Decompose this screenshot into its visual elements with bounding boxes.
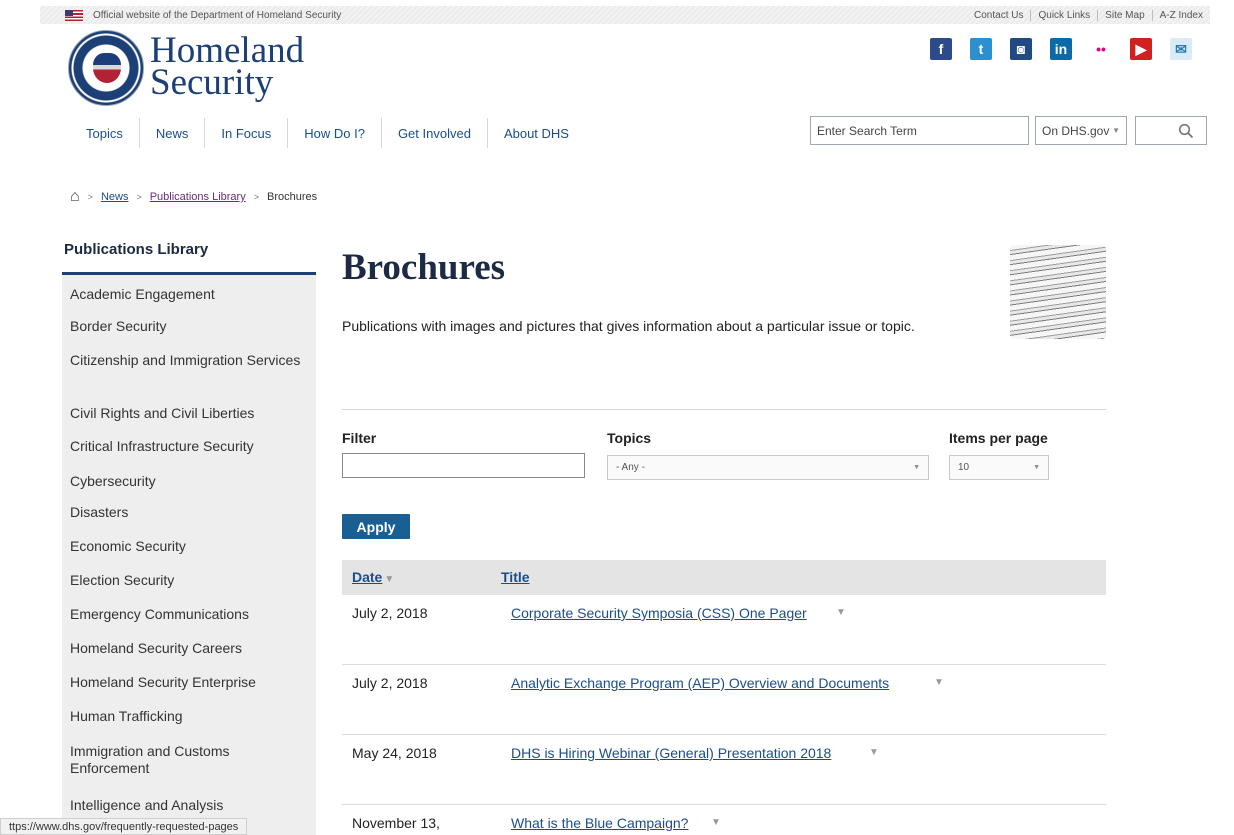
browser-status-bar: ttps://www.dhs.gov/frequently-requested-…: [0, 818, 248, 835]
date-column-header[interactable]: Date ▼: [352, 569, 394, 585]
social-links: f t ◙ in •• ▶ ✉: [930, 38, 1192, 60]
dhs-seal-logo[interactable]: [68, 30, 144, 106]
sidebar-item-election-security[interactable]: Election Security: [62, 570, 316, 604]
expand-caret-icon[interactable]: ▼: [836, 607, 846, 618]
sidebar-list: Academic Engagement Border Security Citi…: [62, 275, 316, 835]
expand-caret-icon[interactable]: ▼: [869, 747, 879, 758]
nav-how-do-i[interactable]: How Do I?: [288, 118, 382, 148]
utility-links: Contact Us Quick Links Site Map A-Z Inde…: [967, 9, 1210, 21]
table-row: July 2, 2018 Corporate Security Symposia…: [342, 595, 1106, 665]
linkedin-icon[interactable]: in: [1050, 38, 1072, 60]
main-nav: Topics News In Focus How Do I? Get Invol…: [70, 118, 585, 148]
sidebar-heading[interactable]: Publications Library: [62, 240, 316, 275]
instagram-icon[interactable]: ◙: [1010, 38, 1032, 60]
logo-line-2: Security: [150, 62, 274, 103]
search-input[interactable]: Enter Search Term: [810, 116, 1029, 145]
quick-links-link[interactable]: Quick Links: [1031, 10, 1097, 21]
sidebar-item-cybersecurity[interactable]: Cybersecurity: [62, 469, 316, 502]
sidebar-item-disasters[interactable]: Disasters: [62, 502, 316, 536]
sidebar-item-academic-engagement[interactable]: Academic Engagement: [62, 283, 316, 318]
nav-news[interactable]: News: [140, 118, 206, 148]
sidebar-item-enterprise[interactable]: Homeland Security Enterprise: [62, 672, 316, 706]
filter-label: Filter: [342, 430, 377, 446]
sidebar-item-careers[interactable]: Homeland Security Careers: [62, 638, 316, 672]
chevron-down-icon: ▼: [1033, 464, 1040, 471]
search-scope-select[interactable]: On DHS.gov ▼: [1035, 116, 1127, 145]
official-notice: Official website of the Department of Ho…: [40, 9, 342, 21]
sort-caret-icon: ▼: [384, 574, 395, 585]
youtube-icon[interactable]: ▶: [1130, 38, 1152, 60]
sidebar-item-human-trafficking[interactable]: Human Trafficking: [62, 706, 316, 741]
title-column-header[interactable]: Title: [501, 569, 530, 585]
breadcrumb-publications-library[interactable]: Publications Library: [150, 191, 246, 203]
apply-button[interactable]: Apply: [342, 514, 410, 539]
page-title: Brochures: [342, 247, 506, 288]
search-icon: [1178, 123, 1194, 138]
items-per-page-label: Items per page: [949, 430, 1048, 446]
us-flag-icon: [65, 9, 83, 21]
breadcrumb-separator: >: [136, 192, 142, 202]
breadcrumb: ⌂ > News > Publications Library > Brochu…: [70, 188, 317, 206]
row-title-link[interactable]: Corporate Security Symposia (CSS) One Pa…: [511, 605, 807, 621]
sidebar-item-ice[interactable]: Immigration and Customs Enforcement: [62, 741, 316, 795]
facebook-icon[interactable]: f: [930, 38, 952, 60]
nav-topics[interactable]: Topics: [70, 118, 140, 148]
items-per-page-select[interactable]: 10 ▼: [949, 455, 1049, 480]
sidebar-item-citizenship-immigration[interactable]: Citizenship and Immigration Services: [62, 348, 316, 401]
official-text: Official website of the Department of Ho…: [93, 9, 342, 21]
search-button[interactable]: [1135, 116, 1207, 145]
chevron-down-icon: ▼: [913, 464, 920, 471]
row-title-link[interactable]: DHS is Hiring Webinar (General) Presenta…: [511, 745, 831, 761]
date-column-label: Date: [352, 569, 383, 585]
topics-label: Topics: [607, 430, 652, 446]
sidebar-item-economic-security[interactable]: Economic Security: [62, 536, 316, 570]
eagle-icon: [93, 53, 121, 83]
breadcrumb-current: Brochures: [266, 191, 318, 203]
table-row: May 24, 2018 DHS is Hiring Webinar (Gene…: [342, 735, 1106, 805]
row-date: May 24, 2018: [352, 745, 437, 761]
utility-bar: Official website of the Department of Ho…: [40, 6, 1210, 24]
email-icon[interactable]: ✉: [1170, 38, 1192, 60]
sidebar-item-border-security[interactable]: Border Security: [62, 318, 316, 348]
table-row: July 2, 2018 Analytic Exchange Program (…: [342, 665, 1106, 735]
table-header: Date ▼ Title: [342, 560, 1106, 595]
search-scope-value: On DHS.gov: [1042, 123, 1110, 138]
breadcrumb-separator: >: [87, 192, 93, 202]
row-date: July 2, 2018: [352, 605, 428, 621]
divider: [342, 409, 1106, 410]
sidebar: Publications Library Academic Engagement…: [62, 240, 316, 835]
chevron-down-icon: ▼: [1112, 126, 1120, 135]
row-date: July 2, 2018: [352, 675, 428, 691]
sidebar-item-civil-rights[interactable]: Civil Rights and Civil Liberties: [62, 401, 316, 434]
sidebar-item-critical-infrastructure[interactable]: Critical Infrastructure Security: [62, 434, 316, 469]
brochures-thumbnail-image: [1010, 245, 1106, 339]
site-logo-text[interactable]: Homeland Security: [150, 32, 304, 103]
breadcrumb-news[interactable]: News: [101, 191, 129, 203]
items-per-page-value: 10: [958, 462, 970, 473]
site-map-link[interactable]: Site Map: [1098, 10, 1151, 21]
breadcrumb-separator: >: [253, 192, 259, 202]
page-intro: Publications with images and pictures th…: [342, 318, 915, 334]
row-title-link[interactable]: Analytic Exchange Program (AEP) Overview…: [511, 675, 889, 691]
flickr-icon[interactable]: ••: [1090, 38, 1112, 60]
table-row: November 13, What is the Blue Campaign? …: [342, 805, 1106, 835]
row-date: November 13,: [352, 815, 440, 831]
contact-us-link[interactable]: Contact Us: [967, 10, 1030, 21]
sidebar-item-emergency-communications[interactable]: Emergency Communications: [62, 604, 316, 638]
topics-select[interactable]: - Any - ▼: [607, 455, 929, 480]
twitter-icon[interactable]: t: [970, 38, 992, 60]
az-index-link[interactable]: A-Z Index: [1153, 10, 1210, 21]
home-icon[interactable]: ⌂: [70, 188, 80, 206]
nav-about-dhs[interactable]: About DHS: [488, 118, 585, 148]
nav-in-focus[interactable]: In Focus: [205, 118, 289, 148]
topics-select-value: - Any -: [616, 462, 645, 473]
row-title-link[interactable]: What is the Blue Campaign?: [511, 815, 688, 831]
expand-caret-icon[interactable]: ▼: [711, 817, 721, 828]
nav-get-involved[interactable]: Get Involved: [382, 118, 488, 148]
expand-caret-icon[interactable]: ▼: [934, 677, 944, 688]
filter-input[interactable]: [342, 453, 585, 478]
